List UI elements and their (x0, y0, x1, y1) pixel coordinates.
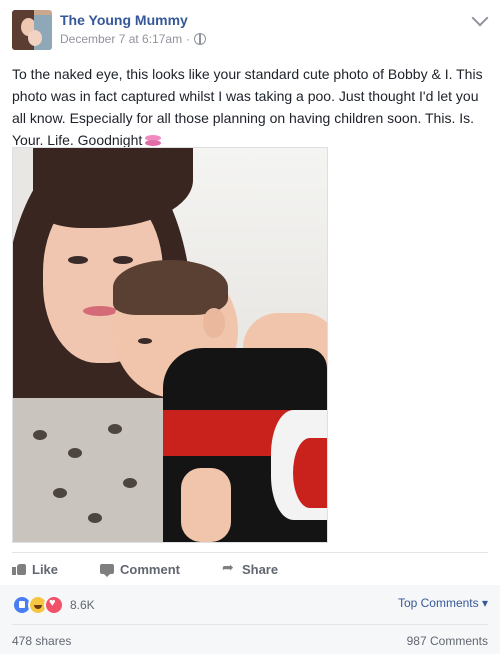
shares-count[interactable]: 478 shares (12, 634, 71, 648)
kiss-lips-icon (145, 135, 162, 146)
love-reaction-icon (44, 595, 64, 615)
share-button[interactable]: Share (222, 559, 279, 578)
share-icon (222, 559, 236, 576)
post-meta: December 7 at 6:17am · (60, 32, 207, 46)
divider (12, 552, 488, 553)
top-comments-dropdown[interactable]: Top Comments ▾ (398, 596, 488, 610)
page-avatar[interactable] (12, 10, 52, 50)
like-button[interactable]: Like (12, 560, 58, 578)
post-timestamp[interactable]: December 7 at 6:17am (60, 32, 182, 46)
top-comments-label: Top Comments (397, 596, 479, 610)
post-header: The Young Mummy December 7 at 6:17am · (12, 9, 489, 54)
footer-divider (12, 624, 488, 625)
chevron-down-icon[interactable] (471, 9, 489, 27)
globe-icon (194, 33, 207, 45)
like-label: Like (32, 561, 59, 577)
comment-button[interactable]: Comment (100, 560, 180, 578)
page-name[interactable]: The Young Mummy (60, 12, 188, 28)
comment-label: Comment (120, 561, 180, 577)
share-label: Share (241, 561, 279, 577)
post-text-content: To the naked eye, this looks like your s… (12, 66, 483, 148)
facebook-post: The Young Mummy December 7 at 6:17am · T… (0, 0, 500, 654)
thumbs-up-icon (12, 563, 26, 575)
post-photo[interactable] (12, 147, 328, 543)
reactions-summary[interactable]: 8.6K (12, 595, 95, 615)
comment-icon (100, 564, 115, 577)
reaction-count[interactable]: 8.6K (70, 598, 95, 612)
action-bar: Like Comment Share (12, 559, 488, 578)
meta-separator: · (186, 32, 191, 46)
comments-count[interactable]: 987 Comments (407, 634, 488, 648)
post-text: To the naked eye, this looks like your s… (12, 63, 488, 151)
post-footer: 8.6K Top Comments ▾ 478 shares 987 Comme… (0, 585, 500, 654)
